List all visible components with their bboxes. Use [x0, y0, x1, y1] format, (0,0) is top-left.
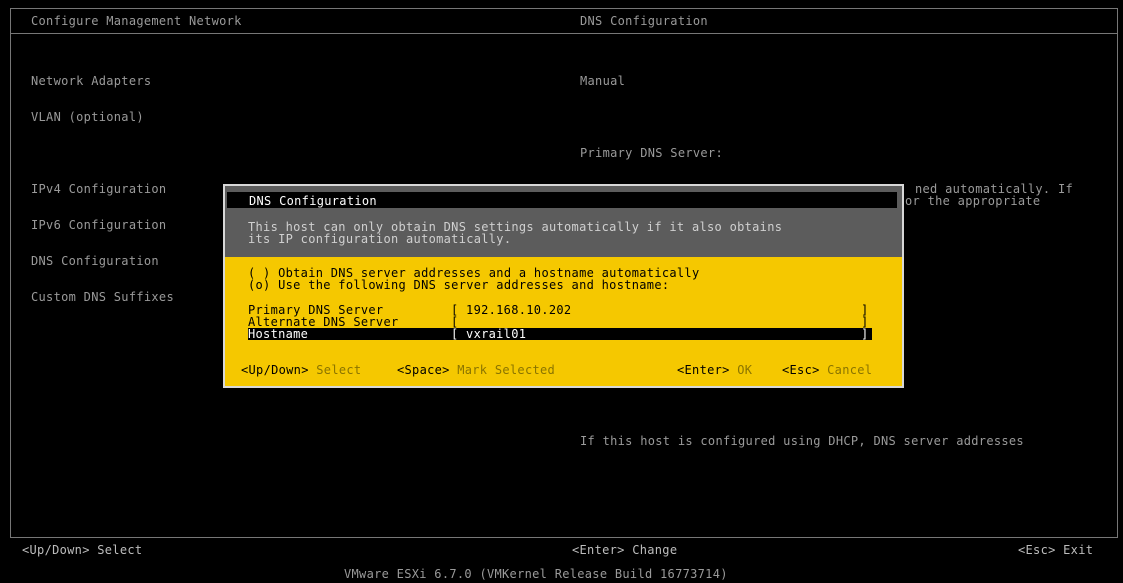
- right-panel-title: DNS Configuration: [580, 14, 708, 28]
- updown-desc: Select: [316, 363, 362, 377]
- hostname-bracket: ]: [861, 327, 869, 341]
- ok-desc: OK: [737, 363, 753, 377]
- dialog-title: DNS Configuration: [249, 194, 377, 208]
- option-manual-dns[interactable]: (o) Use the following DNS server address…: [248, 279, 669, 291]
- bottom-hint-exit[interactable]: <Esc> Exit: [1018, 544, 1093, 556]
- dhcp-info-line-1: If this host is configured using DHCP, D…: [580, 434, 1024, 448]
- dialog-desc-line-2: its IP configuration automatically.: [248, 232, 512, 246]
- menu-item-ipv4[interactable]: IPv4 Configuration: [31, 183, 174, 195]
- left-panel-title: Configure Management Network: [31, 14, 242, 28]
- footer-space-hint[interactable]: <Space> Mark Selected: [397, 364, 555, 376]
- menu-item-dns-suffixes[interactable]: Custom DNS Suffixes: [31, 291, 174, 303]
- dialog-title-bar: DNS Configuration: [227, 192, 897, 208]
- primary-dns-input[interactable]: [ 192.168.10.202: [451, 304, 571, 316]
- ok-button[interactable]: <Enter> OK: [677, 364, 752, 376]
- primary-dns-label: Primary DNS Server:: [580, 146, 723, 160]
- header-divider: [11, 33, 1117, 34]
- menu-item-network-adapters[interactable]: Network Adapters: [31, 75, 174, 87]
- space-desc: Mark Selected: [457, 363, 556, 377]
- menu-item-ipv6[interactable]: IPv6 Configuration: [31, 219, 174, 231]
- dialog-description: This host can only obtain DNS settings a…: [248, 221, 782, 245]
- hostname-field-label: Hostname: [248, 327, 309, 341]
- updown-key: <Up/Down>: [241, 363, 309, 377]
- hostname-field[interactable]: Hostname [ vxrail01 ]: [248, 328, 872, 340]
- space-key: <Space>: [397, 363, 450, 377]
- dns-dialog-header: DNS Configuration This host can only obt…: [223, 184, 904, 258]
- bottom-hint-select[interactable]: <Up/Down> Select: [22, 544, 142, 556]
- bottom-hint-change[interactable]: <Enter> Change: [572, 544, 677, 556]
- alternate-dns-field[interactable]: Alternate DNS Server [ ]: [248, 316, 872, 328]
- menu-item-dns[interactable]: DNS Configuration: [31, 255, 174, 267]
- menu-spacer: [31, 147, 174, 159]
- hostname-input[interactable]: [ vxrail01: [451, 328, 526, 340]
- dhcp-info-line-3: or the appropriate: [905, 194, 1041, 208]
- cancel-desc: Cancel: [827, 363, 873, 377]
- footer-updown-hint[interactable]: <Up/Down> Select: [241, 364, 361, 376]
- version-info: VMware ESXi 6.7.0 (VMKernel Release Buil…: [344, 567, 728, 581]
- dns-mode: Manual: [580, 74, 626, 88]
- esc-key: <Esc>: [782, 363, 820, 377]
- enter-key: <Enter>: [677, 363, 730, 377]
- dcui-screen: Configure Management Network DNS Configu…: [0, 0, 1123, 583]
- menu-item-vlan[interactable]: VLAN (optional): [31, 111, 174, 123]
- dns-dialog-body: ( ) Obtain DNS server addresses and a ho…: [223, 257, 904, 388]
- config-menu: Network Adapters VLAN (optional) IPv4 Co…: [31, 51, 174, 327]
- cancel-button[interactable]: <Esc> Cancel: [782, 364, 872, 376]
